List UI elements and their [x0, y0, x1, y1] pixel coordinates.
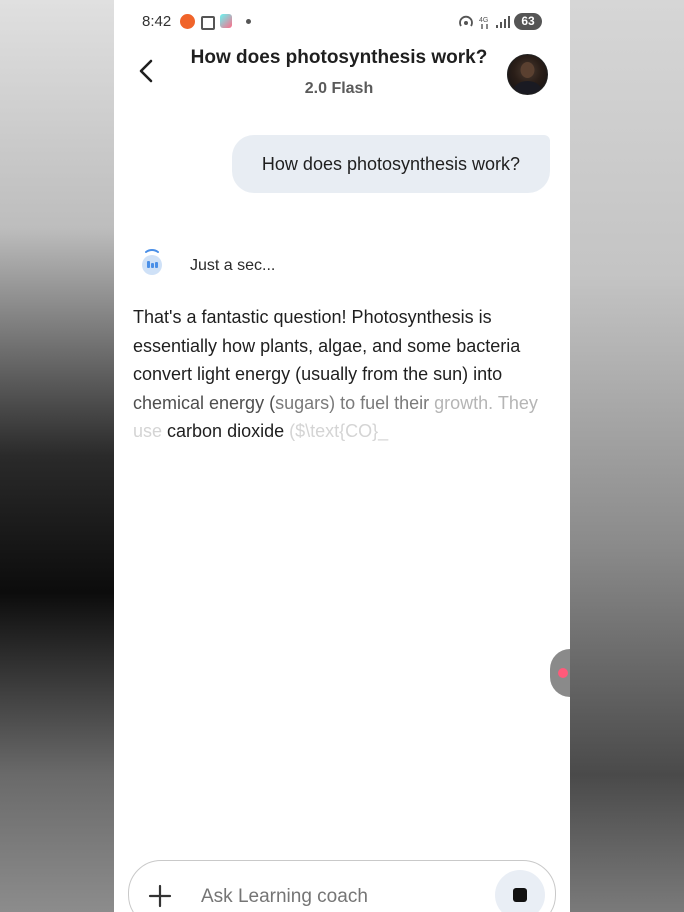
tiktok-notification-icon	[220, 14, 232, 28]
prompt-input[interactable]	[201, 886, 461, 908]
chat-title[interactable]: How does photosynthesis work?	[174, 47, 504, 69]
phone-screen: 8:42 4G 63 How does photosynthesis work?…	[114, 0, 570, 912]
svg-text:4G: 4G	[479, 17, 488, 24]
response-text-part-3: sugars) to fuel their	[275, 392, 435, 413]
thinking-indicator: Just a sec...	[138, 244, 438, 284]
model-response: That's a fantastic question! Photosynthe…	[133, 303, 551, 446]
stop-generation-button[interactable]	[495, 870, 545, 912]
chat-header: How does photosynthesis work? 2.0 Flash	[114, 40, 570, 110]
stop-icon	[513, 888, 527, 902]
response-text-part-2: chemical energy (	[133, 392, 276, 413]
signal-icon	[496, 16, 510, 28]
hotspot-icon	[459, 15, 473, 27]
app-notification-icon	[180, 14, 195, 29]
thinking-text: Just a sec...	[190, 257, 276, 274]
response-text-part-7: ($\text{CO}_	[284, 421, 389, 441]
network-4g-icon: 4G	[479, 17, 488, 29]
avatar[interactable]	[507, 54, 548, 95]
status-bar: 8:42 4G 63	[114, 8, 570, 36]
add-attachment-icon[interactable]	[147, 883, 173, 909]
response-text-part-5: use	[133, 421, 168, 441]
recording-dot-icon	[558, 668, 568, 678]
model-selector[interactable]: 2.0 Flash	[174, 80, 504, 98]
background-right	[570, 0, 684, 912]
battery-indicator: 63	[514, 13, 542, 30]
floating-side-handle[interactable]	[550, 649, 570, 697]
status-time: 8:42	[142, 13, 172, 30]
prompt-input-bar	[128, 860, 556, 912]
user-message-bubble: How does photosynthesis work?	[232, 135, 550, 193]
background-left	[0, 0, 114, 912]
response-text-part-1: That's a fantastic question! Photosynthe…	[133, 307, 521, 384]
back-arrow-icon[interactable]	[132, 56, 162, 86]
more-notifications-icon	[246, 19, 251, 24]
learning-coach-icon	[142, 249, 162, 275]
screenshot-notification-icon	[201, 16, 215, 30]
response-text-part-6: carbon dioxide	[167, 421, 285, 441]
response-text-part-4: growth. They	[434, 392, 538, 413]
